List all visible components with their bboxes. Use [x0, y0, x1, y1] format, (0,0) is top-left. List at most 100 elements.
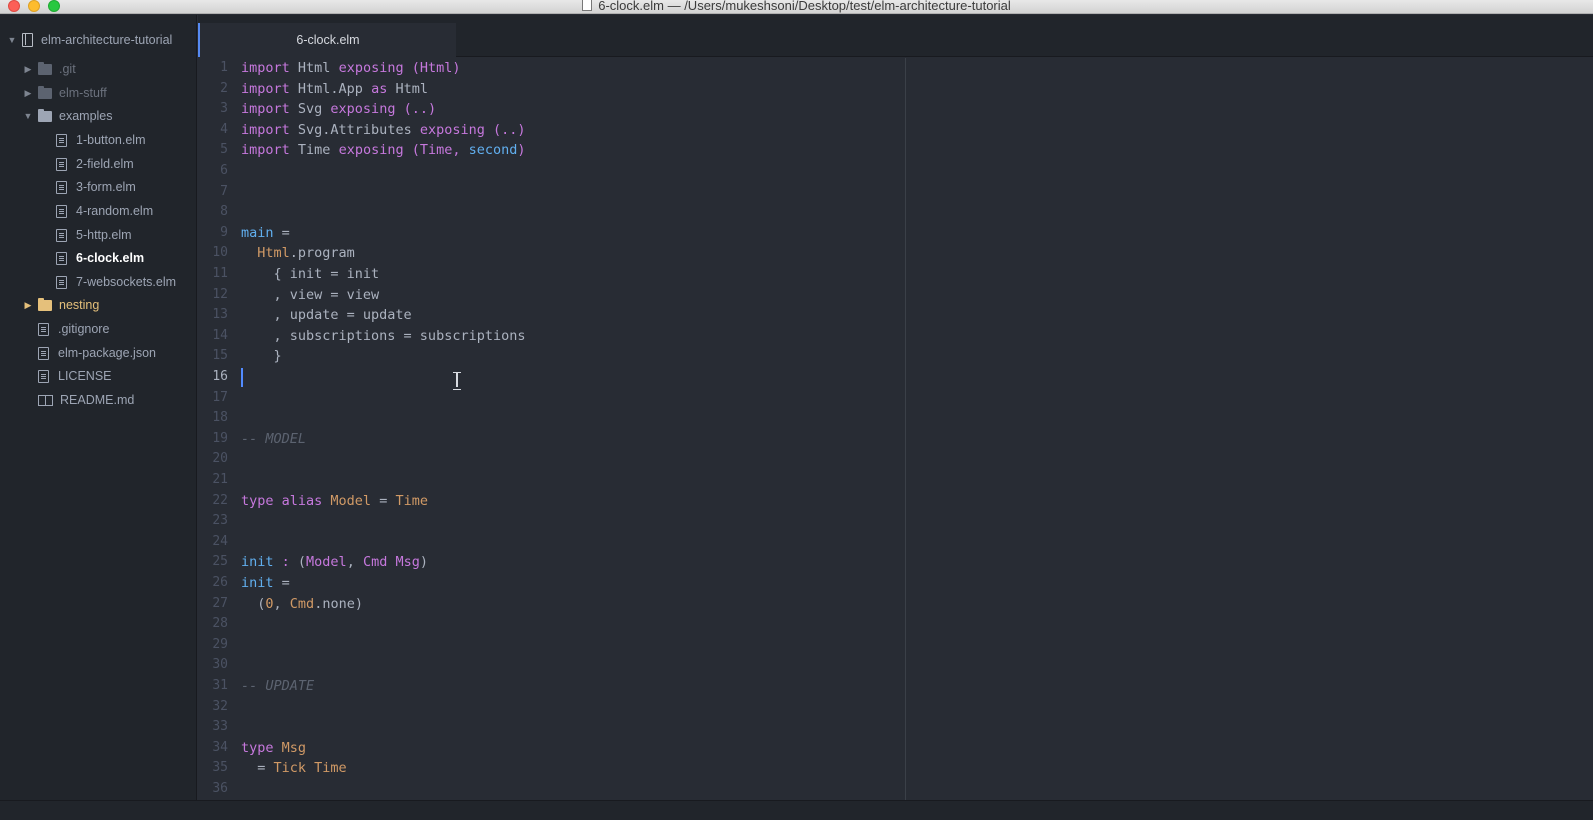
token: exposing: [330, 101, 396, 118]
tree-item-3-form[interactable]: 3-form.elm: [56, 176, 136, 198]
token: import: [241, 101, 290, 118]
token: second: [468, 142, 518, 159]
file-icon: [38, 346, 49, 360]
token: Svg.Attributes: [289, 121, 420, 138]
tree-item-label: 3-form.elm: [76, 180, 136, 194]
tree-item-7-websockets[interactable]: 7-websockets.elm: [56, 271, 176, 293]
code-editor[interactable]: 1 2 3 4 5 6 7 8 9 10 11 12 13 14 15 16 17 18 19 20 21 22 23 24 2…: [198, 58, 1593, 800]
code-line-34: type Msg: [241, 738, 306, 759]
tree-item-6-clock[interactable]: 6-clock.elm: [56, 247, 144, 269]
token: -- UPDATE: [241, 678, 315, 694]
token: Model: [306, 554, 347, 571]
line-number: 27: [212, 595, 228, 611]
token: Model: [330, 492, 372, 509]
tree-item-label: nesting: [59, 298, 100, 312]
line-number: 2: [220, 80, 228, 96]
tab-6-clock[interactable]: 6-clock.elm: [198, 23, 456, 57]
tree-item-git[interactable]: ▶ .git: [22, 58, 76, 80]
chevron-right-icon: ▶: [24, 299, 32, 310]
tree-item-gitignore[interactable]: .gitignore: [38, 318, 109, 340]
token: Cmd Msg: [362, 554, 420, 571]
line-number: 14: [212, 327, 228, 343]
line-number: 30: [212, 657, 228, 673]
token: .none): [314, 595, 363, 612]
token: (: [403, 60, 420, 76]
line-number: 1: [220, 60, 228, 75]
window-title: 6-clock.elm — /Users/mukeshsoni/Desktop/…: [0, 0, 1593, 13]
line-number: 9: [220, 224, 228, 240]
code-line-3: import Svg exposing (..): [241, 99, 436, 120]
line-number: 25: [212, 554, 228, 570]
token: (: [403, 142, 420, 159]
tree-root[interactable]: ▼ elm-architecture-tutorial: [6, 29, 172, 51]
line-number: 4: [220, 121, 228, 137]
tree-item-readme[interactable]: README.md: [38, 389, 134, 411]
token: }: [241, 348, 282, 365]
token: (..): [484, 121, 526, 138]
line-number: 31: [212, 678, 228, 693]
token: Cmd: [289, 595, 315, 612]
line-number: 34: [212, 739, 228, 755]
chevron-down-icon: ▼: [7, 35, 17, 45]
tree-item-label: .gitignore: [58, 322, 110, 336]
token: :: [273, 554, 298, 571]
code-line-9: main =: [241, 223, 290, 244]
code-line-1: import Html exposing (Html): [241, 58, 461, 79]
tree-item-4-random[interactable]: 4-random.elm: [56, 200, 153, 222]
tree-item-1-button[interactable]: 1-button.elm: [56, 129, 145, 151]
tree-item-nesting[interactable]: ▶ nesting: [22, 294, 99, 316]
token: exposing: [338, 142, 404, 159]
ibeam-cursor-icon: [453, 372, 461, 390]
token: type: [241, 739, 274, 756]
token: exposing: [419, 121, 485, 138]
code-line-26: init =: [241, 573, 290, 594]
token: Time: [395, 492, 428, 509]
chevron-down-icon: ▼: [23, 111, 33, 121]
token: 0: [265, 595, 274, 612]
line-number: 6: [220, 163, 228, 178]
token: .program: [289, 245, 355, 262]
file-icon: [56, 251, 67, 265]
token: import: [241, 80, 290, 97]
tree-item-label: 7-websockets.elm: [76, 275, 177, 289]
tree-item-elm-package[interactable]: elm-package.json: [38, 342, 156, 364]
token: -- MODEL: [241, 430, 307, 447]
tree-item-2-field[interactable]: 2-field.elm: [56, 153, 134, 175]
repo-icon: [22, 33, 33, 47]
tree-item-label: 5-http.elm: [76, 228, 132, 242]
code-line-35: = Tick Time: [241, 758, 346, 779]
token: Html: [289, 60, 339, 76]
token: (: [297, 554, 307, 571]
token: as: [371, 80, 388, 97]
folder-icon: [38, 297, 52, 311]
line-number: 17: [212, 389, 228, 405]
tree-item-5-http[interactable]: 5-http.elm: [56, 224, 132, 246]
tree-item-label: 6-clock.elm: [76, 251, 145, 265]
tree-root-label: elm-architecture-tutorial: [41, 33, 173, 47]
line-number: 11: [212, 266, 228, 281]
file-icon: [56, 157, 67, 171]
line-number: 8: [220, 204, 228, 220]
file-icon: [56, 228, 67, 242]
token: , update = update: [241, 307, 412, 324]
tree-item-label: README.md: [60, 393, 135, 407]
token: Time: [289, 142, 339, 159]
chevron-right-icon: ▶: [24, 63, 32, 74]
file-icon: [56, 275, 67, 289]
code-line-25: init : (Model, Cmd Msg): [241, 552, 428, 573]
token: Time: [419, 142, 453, 159]
book-icon: [38, 394, 53, 406]
tree-item-elm-stuff[interactable]: ▶ elm-stuff: [22, 82, 107, 104]
tree-item-license[interactable]: LICENSE: [38, 365, 112, 387]
token: init: [241, 554, 274, 571]
line-number: 20: [212, 451, 228, 467]
code-line-4: import Svg.Attributes exposing (..): [241, 120, 526, 141]
line-number: 22: [212, 492, 228, 508]
token: exposing: [338, 60, 404, 76]
token: (: [241, 595, 266, 612]
code-line-15: }: [241, 346, 282, 367]
line-number: 10: [212, 245, 228, 261]
tree-item-examples[interactable]: ▼ examples: [22, 105, 113, 127]
